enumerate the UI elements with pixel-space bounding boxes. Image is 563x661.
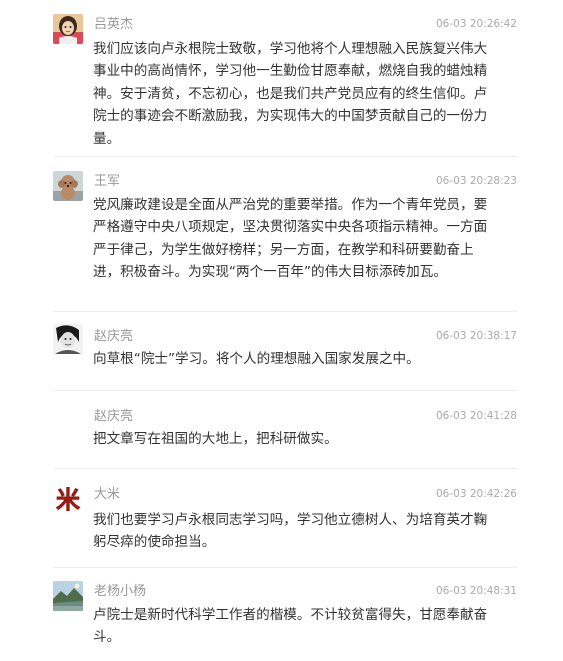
comment-username[interactable]: 大米 — [94, 487, 120, 503]
comment-divider — [53, 468, 518, 469]
comment-text: 卢院士是新时代科学工作者的楷模。不计较贫富得失，甘愿奉献奋斗。 — [93, 607, 488, 646]
rice-glyph: 米 — [56, 486, 80, 514]
bw-portrait-avatar[interactable] — [53, 324, 83, 354]
comment-timestamp: 06-03 20:42:26 — [435, 488, 517, 500]
comment-username[interactable]: 赵庆亮 — [94, 409, 133, 425]
comment-divider — [53, 311, 518, 312]
comment-timestamp: 06-03 20:26:42 — [435, 18, 517, 30]
comment-username[interactable]: 王军 — [94, 174, 120, 190]
landscape-photo-avatar[interactable] — [53, 581, 83, 611]
comment-username[interactable]: 吕英杰 — [94, 17, 133, 33]
comment-timestamp: 06-03 20:38:17 — [435, 330, 517, 342]
child-photo-avatar[interactable] — [53, 14, 83, 44]
comment-feed: 吕英杰 06-03 20:26:42 我们应该向卢永根院士致敬，学习他将个人理想… — [0, 0, 563, 661]
comment-text: 把文章写在祖国的大地上，把科研做实。 — [93, 431, 338, 447]
poodle-dog-avatar[interactable] — [53, 171, 83, 201]
comment-timestamp: 06-03 20:48:31 — [435, 585, 517, 597]
comment-username[interactable]: 老杨小杨 — [94, 584, 146, 600]
comment-divider — [53, 156, 518, 157]
comment-text: 我们也要学习卢永根同志学习吗，学习他立德树人、为培育英才鞠躬尽瘁的使命担当。 — [93, 512, 488, 551]
comment-divider — [53, 390, 518, 391]
comment-divider — [53, 567, 518, 568]
comment-username[interactable]: 赵庆亮 — [94, 329, 133, 345]
comment-text: 党风廉政建设是全面从严治党的重要举措。作为一个青年党员，要严格遵守中央八项规定，… — [93, 197, 488, 281]
comment-timestamp: 06-03 20:28:23 — [435, 175, 517, 187]
rice-character-avatar[interactable]: 米 — [53, 484, 83, 514]
comment-timestamp: 06-03 20:41:28 — [435, 410, 517, 422]
comment-text: 我们应该向卢永根院士致敬，学习他将个人理想融入民族复兴伟大事业中的高尚情怀，学习… — [93, 41, 488, 147]
comment-text: 向草根“院士”学习。将个人的理想融入国家发展之中。 — [93, 351, 420, 367]
